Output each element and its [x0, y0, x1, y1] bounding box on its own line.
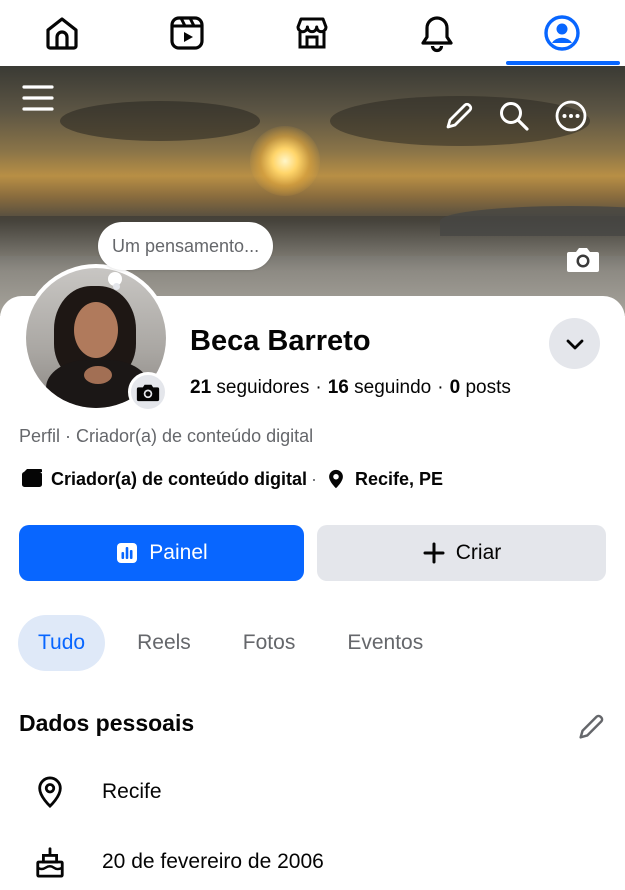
top-navigation [0, 0, 625, 66]
separator-dot: · [311, 468, 318, 489]
cover-cloud [60, 101, 260, 141]
tab-events[interactable]: Eventos [327, 615, 443, 671]
change-profile-picture-button[interactable] [128, 372, 168, 412]
home-icon [46, 17, 78, 50]
nav-marketplace-tab[interactable] [262, 0, 362, 66]
search-button[interactable] [494, 96, 534, 136]
profile-stats: 21 seguidores · 16 seguindo · 0 posts [190, 377, 511, 399]
nav-notifications-tab[interactable] [387, 0, 487, 66]
followers-label[interactable]: seguidores [216, 377, 309, 398]
location-pin-icon [30, 772, 70, 812]
detail-city: Recife [102, 780, 162, 803]
thought-bubble[interactable]: Um pensamento... [98, 222, 274, 270]
search-icon [500, 102, 529, 131]
avatar-neck [84, 366, 112, 384]
more-options-icon [555, 100, 587, 132]
plus-icon [422, 541, 446, 565]
edit-profile-button[interactable] [439, 96, 479, 136]
profile-name: Beca Barreto [190, 325, 371, 357]
detail-row-city: Recife [30, 772, 162, 812]
pencil-icon [579, 714, 604, 739]
cover-hill [440, 206, 625, 236]
marketplace-icon [296, 17, 328, 49]
pencil-icon [446, 102, 473, 129]
active-tab-indicator [506, 61, 620, 65]
profile-location: Recife, PE [355, 468, 444, 489]
profile-category: Criador(a) de conteúdo digital [51, 468, 308, 489]
edit-cover-button[interactable] [563, 240, 603, 278]
dashboard-button[interactable]: Painel [19, 525, 304, 581]
reels-icon [170, 16, 204, 50]
separator-dot: · [315, 377, 322, 398]
nav-profile-tab[interactable] [512, 0, 612, 66]
cover-sun [250, 126, 320, 196]
menu-button[interactable] [18, 78, 58, 118]
create-button-label: Criar [455, 541, 502, 564]
bar-chart-icon [115, 541, 139, 565]
thought-bubble-placeholder: Um pensamento... [112, 235, 260, 256]
section-title: Dados pessoais [19, 710, 195, 736]
location-pin-icon [323, 466, 349, 492]
bell-icon [421, 16, 453, 53]
separator-dot: · [437, 377, 444, 398]
tab-all[interactable]: Tudo [18, 615, 106, 671]
edit-details-button[interactable] [574, 710, 608, 744]
profile-subtitle: Perfil · Criador(a) de conteúdo digital [19, 426, 314, 446]
clapperboard-icon [19, 466, 45, 492]
avatar-face [74, 302, 118, 358]
chevron-down-icon [566, 339, 583, 349]
dashboard-button-label: Painel [149, 541, 208, 564]
create-button[interactable]: Criar [317, 525, 606, 581]
camera-icon [136, 384, 160, 401]
profile-icon [544, 15, 580, 51]
tab-reels[interactable]: Reels [117, 615, 211, 671]
camera-icon [567, 248, 599, 272]
profile-info-line: Criador(a) de conteúdo digital · Recife,… [19, 466, 443, 492]
nav-home-tab[interactable] [12, 0, 112, 66]
posts-count: 0 [449, 377, 461, 398]
detail-birthday: 20 de fevereiro de 2006 [102, 850, 324, 873]
posts-label: posts [465, 377, 511, 398]
nav-reels-tab[interactable] [137, 0, 237, 66]
birthday-cake-icon [30, 842, 70, 882]
following-count[interactable]: 16 [328, 377, 349, 398]
tab-photos[interactable]: Fotos [223, 615, 316, 671]
followers-count[interactable]: 21 [190, 377, 211, 398]
more-options-button[interactable] [551, 96, 591, 136]
following-label[interactable]: seguindo [354, 377, 431, 398]
thought-bubble-tail [113, 283, 120, 290]
detail-row-birthday: 20 de fevereiro de 2006 [30, 842, 324, 882]
hamburger-menu-icon [22, 85, 54, 111]
profile-tabs: Tudo Reels Fotos Eventos [18, 615, 455, 671]
expand-profile-button[interactable] [549, 318, 600, 369]
